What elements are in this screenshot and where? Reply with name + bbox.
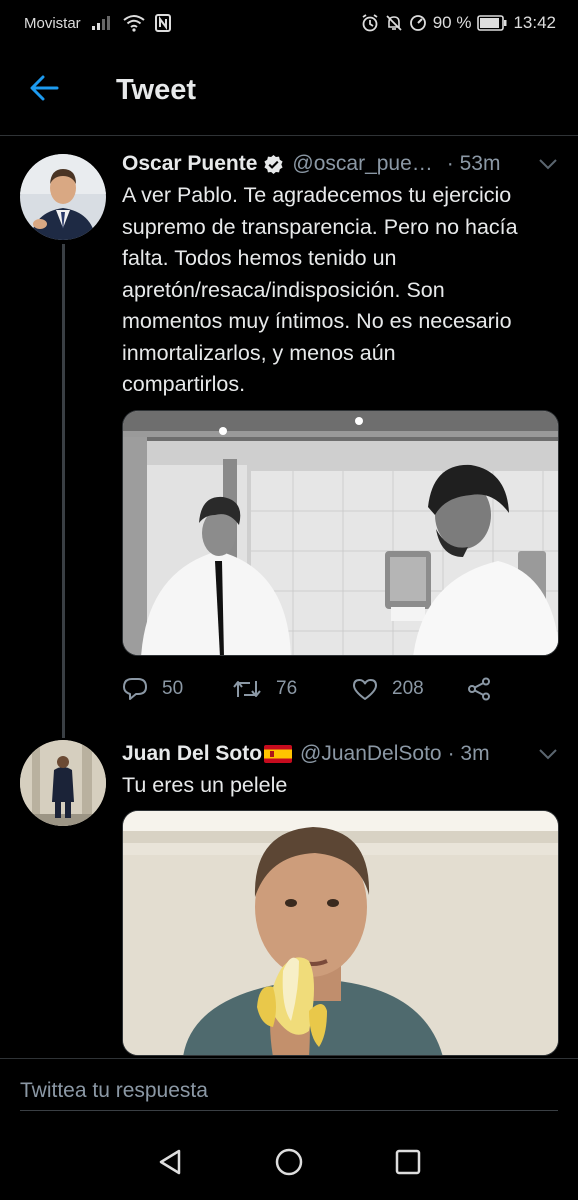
- verified-icon: [263, 154, 284, 175]
- timestamp: · 53m: [446, 152, 501, 175]
- handle[interactable]: @oscar_pue…: [292, 152, 432, 176]
- share-icon: [467, 677, 491, 701]
- reply-icon: [122, 677, 148, 701]
- retweet-count: 76: [276, 678, 298, 699]
- tweet-image[interactable]: [122, 410, 559, 656]
- avatar[interactable]: [20, 740, 106, 826]
- status-right: 90 % 13:42: [361, 13, 556, 33]
- like-button[interactable]: 208: [352, 678, 467, 701]
- tweet-image[interactable]: [122, 810, 559, 1056]
- tweet-juan-del-soto[interactable]: Juan Del Soto @JuanDelSoto · 3m Tu eres …: [0, 726, 578, 1058]
- chevron-down-icon[interactable]: [538, 158, 558, 170]
- nav-back-icon: [157, 1148, 183, 1176]
- nav-home-button[interactable]: [264, 1137, 314, 1187]
- avatar[interactable]: [20, 154, 106, 240]
- reply-bar: [0, 1058, 578, 1124]
- back-button[interactable]: [14, 61, 74, 121]
- display-name[interactable]: Oscar Puente: [122, 152, 257, 176]
- chevron-down-icon[interactable]: [538, 748, 558, 760]
- spain-flag-icon: [264, 745, 293, 763]
- reply-input[interactable]: [20, 1071, 558, 1111]
- data-saver-icon: [409, 14, 427, 32]
- nav-recents-button[interactable]: [383, 1137, 433, 1187]
- reply-count: 50: [162, 678, 184, 699]
- thread-line: [62, 244, 65, 738]
- share-button[interactable]: [467, 677, 491, 701]
- like-icon: [352, 678, 378, 701]
- retweet-icon: [232, 678, 262, 700]
- battery-icon: [477, 15, 507, 31]
- status-left: Movistar: [24, 14, 171, 32]
- nav-home-icon: [274, 1147, 304, 1177]
- signal-icon: [91, 15, 113, 31]
- tweet-text: Tu eres un pelele: [122, 773, 288, 797]
- mute-icon: [385, 14, 403, 32]
- timestamp: · 3m: [447, 742, 490, 765]
- carrier-label: Movistar: [24, 14, 81, 32]
- nav-recents-icon: [395, 1149, 421, 1175]
- header: Tweet: [0, 46, 578, 136]
- battery-percent: 90 %: [432, 13, 472, 32]
- display-name[interactable]: Juan Del Soto: [122, 742, 262, 766]
- tweet-text: A ver Pablo. Te agradecemos tu ejercicio…: [122, 183, 518, 396]
- handle[interactable]: @JuanDelSoto: [300, 742, 442, 766]
- page-title: Tweet: [116, 74, 197, 106]
- tweet-header: Oscar Puente @oscar_pue… · 53m: [122, 150, 558, 178]
- tweet-oscar-puente[interactable]: Oscar Puente @oscar_pue… · 53m A ver Pab…: [0, 136, 578, 738]
- clock: 13:42: [513, 13, 556, 32]
- status-bar: Movistar 90 % 13:42: [0, 0, 578, 46]
- reply-button[interactable]: 50: [122, 677, 232, 701]
- arrow-left-icon: [29, 75, 59, 106]
- like-count: 208: [392, 678, 424, 699]
- retweet-button[interactable]: 76: [232, 678, 352, 700]
- tweet-header: Juan Del Soto @JuanDelSoto · 3m: [122, 740, 558, 768]
- nav-back-button[interactable]: [145, 1137, 195, 1187]
- nfc-icon: [154, 14, 171, 32]
- tweet-actions: 50 76 208: [122, 672, 542, 706]
- alarm-icon: [361, 14, 379, 32]
- wifi-icon: [123, 14, 145, 32]
- system-nav-bar: [0, 1124, 578, 1200]
